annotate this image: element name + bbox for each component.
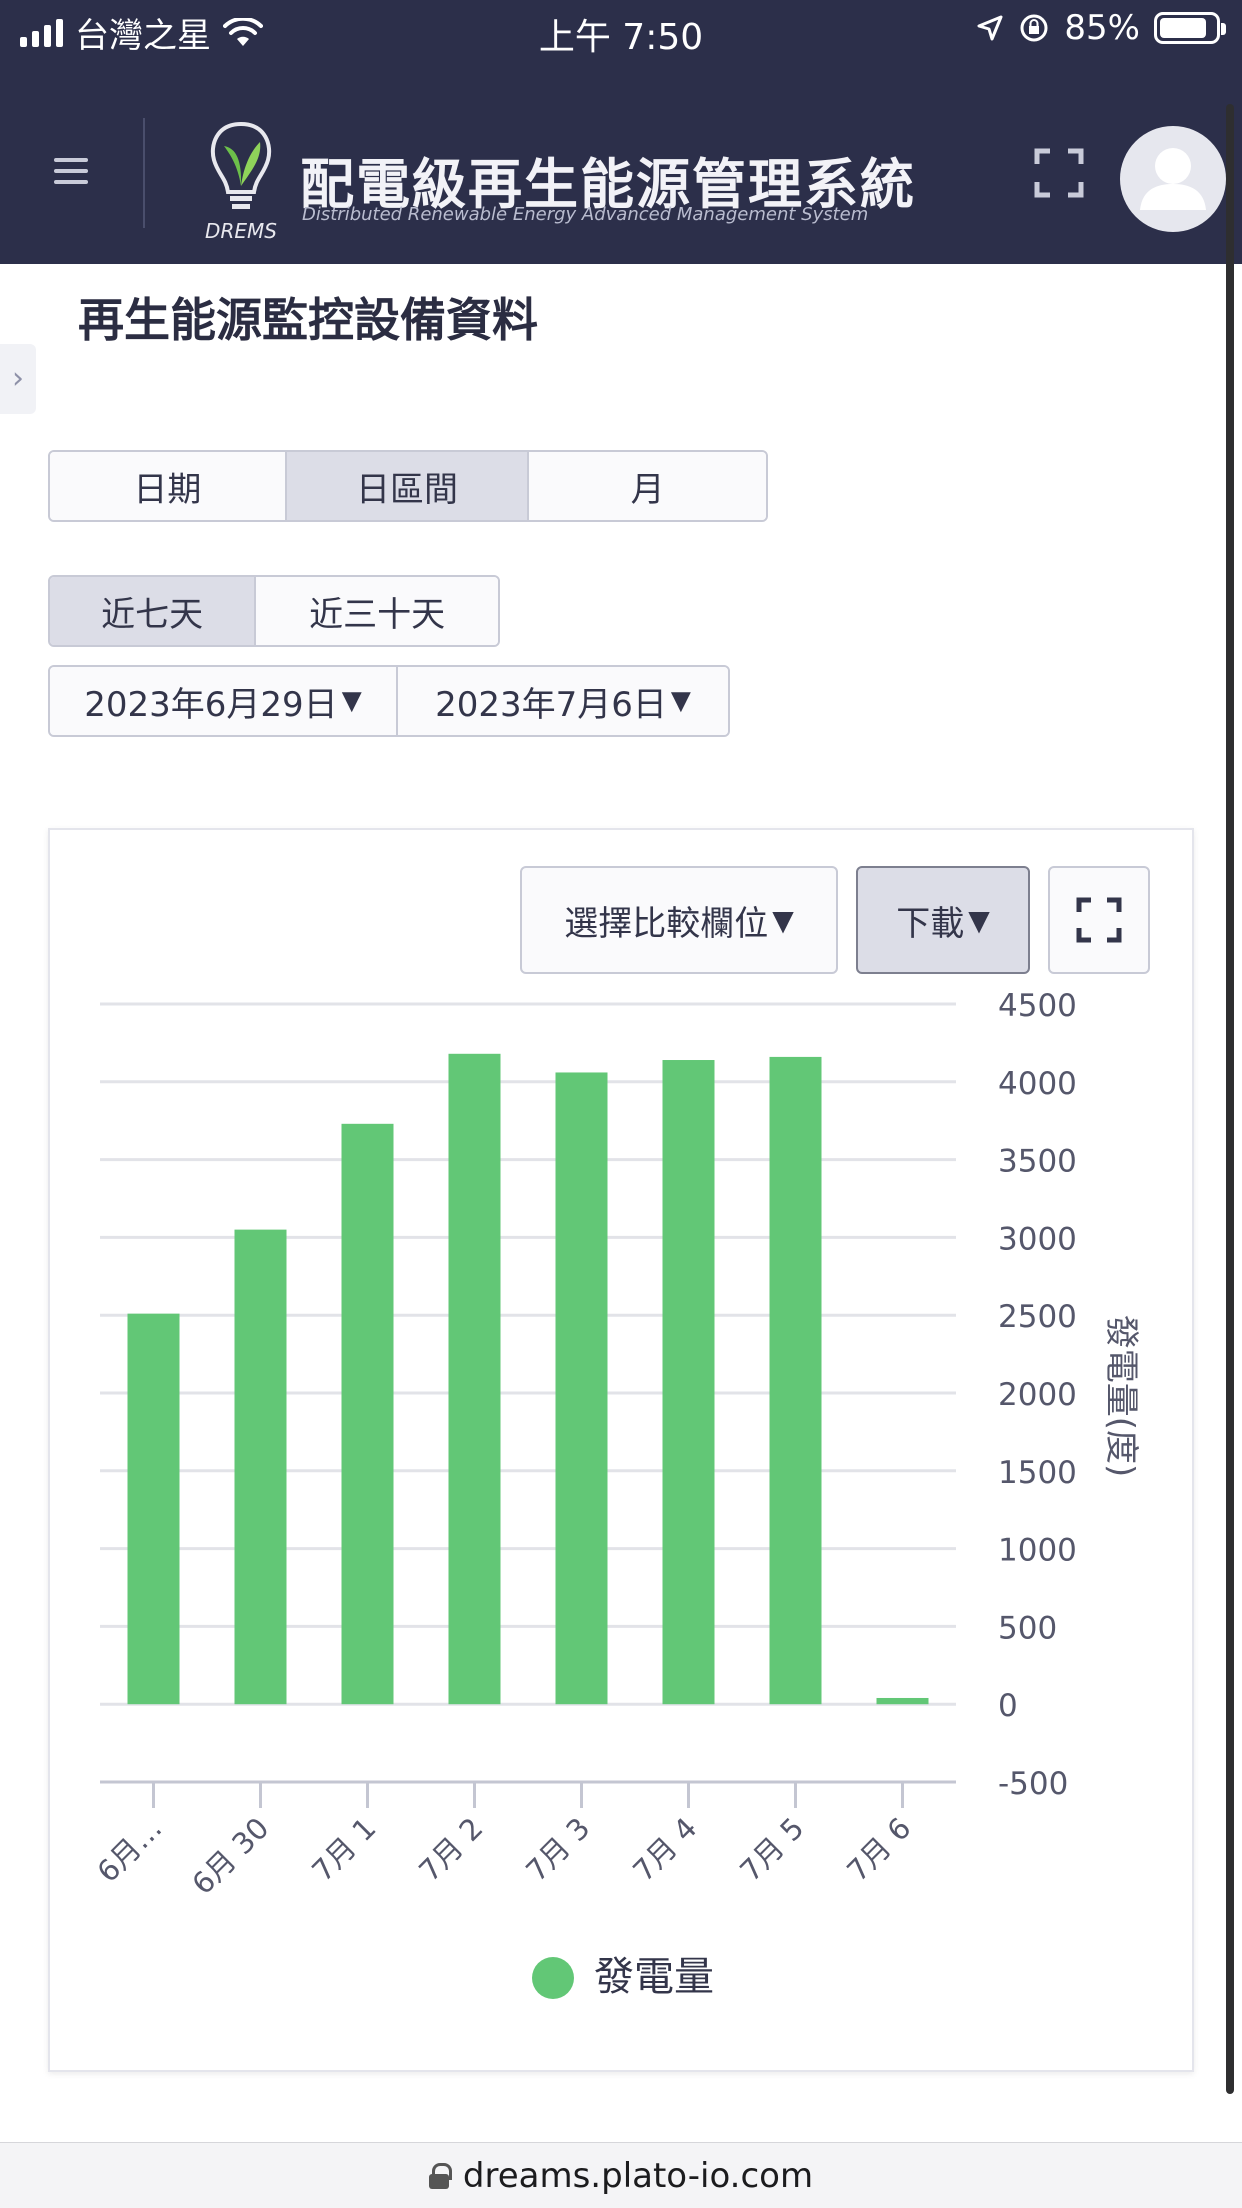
header-divider: [143, 118, 145, 228]
bar[interactable]: [555, 1072, 608, 1705]
location-arrow-icon: [977, 15, 1003, 41]
y-tick-label: 2000: [998, 1377, 1077, 1413]
y-tick-label: 3000: [998, 1221, 1077, 1257]
status-right: 85%: [976, 8, 1226, 48]
chart-card: 選擇比較欄位 ▼ 下載 ▼ 4500 4000 3500 3000 2500 2000 1500…: [48, 828, 1194, 2072]
bar[interactable]: [127, 1313, 180, 1705]
url-text: dreams.plato-io.com: [462, 2155, 814, 2196]
bar[interactable]: [662, 1060, 715, 1705]
battery-percent: 85%: [1064, 8, 1140, 48]
page-title: 再生能源監控設備資料: [78, 293, 538, 347]
x-tick-label: 7月 6: [840, 1811, 917, 1888]
chart-legend[interactable]: 發電量: [532, 1954, 714, 2000]
tab-date[interactable]: 日期: [50, 452, 287, 520]
lock-icon: [428, 2162, 452, 2189]
dropdown-arrow-icon: ▼: [670, 686, 691, 716]
user-icon: [1140, 148, 1206, 210]
y-tick-label: 4500: [998, 988, 1077, 1024]
bar[interactable]: [876, 1697, 929, 1705]
y-tick-label: 1500: [998, 1455, 1077, 1491]
x-tick-label: 7月 2: [412, 1811, 489, 1888]
y-axis-label: 發電量(度): [1101, 1315, 1141, 1478]
logo-text: DREMS: [205, 219, 277, 243]
x-tick-label: 6月…: [90, 1811, 168, 1889]
bar[interactable]: [234, 1229, 287, 1705]
x-tick-label: 7月 4: [626, 1811, 703, 1888]
lightbulb-logo-icon: DREMS: [205, 121, 277, 243]
x-tick-label: 7月 5: [733, 1811, 810, 1888]
chart-grid: [100, 1002, 956, 1706]
x-tick-label: 7月 3: [519, 1811, 596, 1888]
y-tick-label: 3500: [998, 1144, 1077, 1180]
y-axis-ticks: 4500 4000 3500 3000 2500 2000 1500 1000 500 0 -500: [998, 988, 1077, 1802]
y-tick-label: 0: [998, 1688, 1018, 1724]
y-tick-label: 2500: [998, 1299, 1077, 1335]
x-axis: 6月… 6月 30 7月 1 7月 2 7月 3 7月 4 7月 5 7月 6: [90, 1780, 956, 1901]
y-tick-label: -500: [998, 1766, 1068, 1802]
bar[interactable]: [341, 1123, 394, 1705]
battery-icon: [1154, 12, 1226, 44]
brand-subtitle: Distributed Renewable Energy Advanced Ma…: [302, 204, 869, 225]
x-tick-label: 6月 30: [185, 1811, 275, 1901]
bar-chart: 4500 4000 3500 3000 2500 2000 1500 1000 500 0 -500…: [90, 988, 1141, 2000]
sidebar-toggle-chevron-icon[interactable]: ›: [0, 344, 36, 414]
legend-label: 發電量: [594, 1954, 714, 2000]
y-tick-label: 4000: [998, 1066, 1077, 1102]
dropdown-arrow-icon: ▼: [341, 686, 362, 716]
tab-last-7-days[interactable]: 近七天: [50, 577, 257, 645]
rotation-lock-icon: [1020, 14, 1048, 42]
bar[interactable]: [769, 1056, 822, 1705]
page-scrollbar[interactable]: [1226, 104, 1234, 2094]
date-range-picker: 2023年6月29日 ▼ 2023年7月6日 ▼: [48, 665, 730, 737]
start-date-dropdown[interactable]: 2023年6月29日 ▼: [50, 667, 398, 735]
mode-tab-group: 日期 日區間 月: [48, 450, 768, 522]
tab-last-30-days[interactable]: 近三十天: [256, 577, 498, 645]
bar[interactable]: [448, 1053, 501, 1705]
end-date-dropdown[interactable]: 2023年7月6日 ▼: [397, 667, 728, 735]
menu-icon[interactable]: [54, 158, 88, 184]
x-tick-label: 7月 1: [305, 1811, 382, 1888]
tab-day-range[interactable]: 日區間: [286, 452, 530, 520]
chart-bars: [127, 1053, 929, 1705]
app-header: DREMS 配電級再生能源管理系統 Distributed Renewable …: [0, 64, 1242, 264]
browser-url-bar[interactable]: dreams.plato-io.com: [0, 2142, 1242, 2208]
legend-marker: [532, 1957, 574, 1999]
y-tick-label: 1000: [998, 1533, 1077, 1569]
range-tab-group: 近七天 近三十天: [48, 575, 500, 647]
status-bar: 台灣之星 上午 7:50 85%: [0, 0, 1242, 64]
fullscreen-icon[interactable]: [1034, 148, 1084, 198]
tab-month[interactable]: 月: [529, 452, 766, 520]
y-tick-label: 500: [998, 1610, 1057, 1646]
user-avatar[interactable]: [1120, 126, 1226, 232]
